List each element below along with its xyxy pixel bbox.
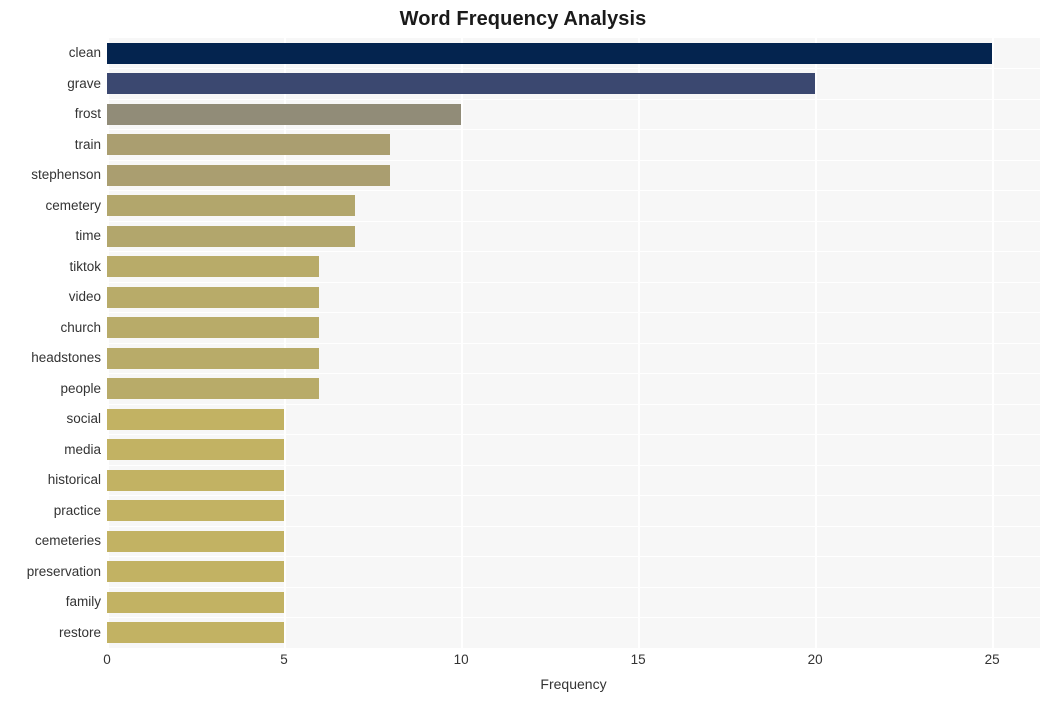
bar-rect bbox=[107, 195, 355, 217]
y-axis-tick-labels: clean grave frost train stephenson cemetery ti… bbox=[0, 38, 101, 648]
bar-rect bbox=[107, 347, 320, 369]
y-tick-label-people: people bbox=[60, 380, 101, 396]
y-tick-label-practice: practice bbox=[53, 502, 101, 518]
y-tick-label-train: train bbox=[74, 136, 101, 152]
bar-restore[interactable] bbox=[107, 622, 1040, 644]
bar-practice[interactable] bbox=[107, 500, 1040, 522]
bar-family[interactable] bbox=[107, 591, 1040, 613]
bar-rect bbox=[107, 286, 320, 308]
row-separator bbox=[107, 251, 1040, 252]
bar-cemeteries[interactable] bbox=[107, 530, 1040, 552]
bar-rect bbox=[107, 134, 391, 156]
bar-rect bbox=[107, 561, 285, 583]
row-separator bbox=[107, 342, 1040, 344]
row-separator bbox=[107, 464, 1040, 466]
plot-area bbox=[107, 38, 1040, 648]
bar-rect bbox=[107, 42, 993, 64]
bar-rect bbox=[107, 256, 320, 278]
bar-rect bbox=[107, 164, 391, 186]
x-axis-title: Frequency bbox=[540, 676, 607, 692]
row-separator bbox=[107, 495, 1040, 496]
bar-headstones[interactable] bbox=[107, 347, 1040, 369]
bar-frost[interactable] bbox=[107, 103, 1040, 125]
bar-rect bbox=[107, 225, 355, 247]
row-separator bbox=[107, 98, 1040, 100]
row-separator bbox=[107, 525, 1040, 527]
bar-train[interactable] bbox=[107, 134, 1040, 156]
row-separator bbox=[107, 647, 1040, 648]
y-tick-label-social: social bbox=[66, 411, 101, 427]
bar-stephenson[interactable] bbox=[107, 164, 1040, 186]
bar-rect bbox=[107, 469, 285, 491]
y-tick-label-grave: grave bbox=[67, 75, 101, 91]
row-separator bbox=[107, 220, 1040, 222]
bar-rect bbox=[107, 530, 285, 552]
y-tick-label-stephenson: stephenson bbox=[31, 167, 101, 183]
y-tick-label-media: media bbox=[64, 441, 101, 457]
bar-rect bbox=[107, 591, 285, 613]
y-tick-label-historical: historical bbox=[47, 472, 101, 488]
bar-historical[interactable] bbox=[107, 469, 1040, 491]
row-separator bbox=[107, 281, 1040, 283]
y-tick-label-cemetery: cemetery bbox=[45, 197, 101, 213]
x-tick-label-10: 10 bbox=[453, 652, 469, 667]
bar-tiktok[interactable] bbox=[107, 256, 1040, 278]
x-tick-label-5: 5 bbox=[280, 652, 288, 667]
y-tick-label-video: video bbox=[68, 289, 101, 305]
x-tick-label-0: 0 bbox=[103, 652, 111, 667]
bar-rect bbox=[107, 500, 285, 522]
bar-video[interactable] bbox=[107, 286, 1040, 308]
y-tick-label-time: time bbox=[75, 228, 101, 244]
row-separator bbox=[107, 586, 1040, 588]
row-separator bbox=[107, 312, 1040, 313]
bar-rect bbox=[107, 317, 320, 339]
bar-preservation[interactable] bbox=[107, 561, 1040, 583]
bar-rect bbox=[107, 73, 816, 95]
y-tick-label-restore: restore bbox=[58, 624, 101, 640]
bar-rect bbox=[107, 622, 285, 644]
bar-social[interactable] bbox=[107, 408, 1040, 430]
y-tick-label-cemeteries: cemeteries bbox=[34, 533, 101, 549]
row-separator bbox=[107, 617, 1040, 618]
y-tick-label-preservation: preservation bbox=[26, 563, 101, 579]
x-tick-label-20: 20 bbox=[807, 652, 823, 667]
y-tick-label-headstones: headstones bbox=[31, 350, 101, 366]
bar-clean[interactable] bbox=[107, 42, 1040, 64]
y-tick-label-clean: clean bbox=[68, 45, 101, 61]
row-separator bbox=[107, 434, 1040, 435]
row-separator bbox=[107, 403, 1040, 405]
x-axis-tick-labels: 0 5 10 15 20 25 bbox=[0, 651, 1046, 671]
x-tick-label-15: 15 bbox=[630, 652, 646, 667]
row-separator bbox=[107, 129, 1040, 130]
bar-media[interactable] bbox=[107, 439, 1040, 461]
bar-rect bbox=[107, 439, 285, 461]
bar-time[interactable] bbox=[107, 225, 1040, 247]
row-separator bbox=[107, 190, 1040, 191]
row-separator bbox=[107, 159, 1040, 161]
bar-rect bbox=[107, 103, 462, 125]
bar-rect bbox=[107, 378, 320, 400]
bar-people[interactable] bbox=[107, 378, 1040, 400]
y-tick-label-family: family bbox=[65, 594, 101, 610]
bar-grave[interactable] bbox=[107, 73, 1040, 95]
y-tick-label-tiktok: tiktok bbox=[69, 258, 101, 274]
x-tick-label-25: 25 bbox=[984, 652, 1000, 667]
y-tick-label-church: church bbox=[60, 319, 101, 335]
word-frequency-bar-chart: Word Frequency Analysis clean grave frost t… bbox=[0, 0, 1046, 701]
row-separator bbox=[107, 556, 1040, 557]
chart-title: Word Frequency Analysis bbox=[399, 8, 647, 30]
bar-rect bbox=[107, 408, 285, 430]
row-separator bbox=[107, 373, 1040, 374]
row-separator bbox=[107, 68, 1040, 69]
bar-cemetery[interactable] bbox=[107, 195, 1040, 217]
y-tick-label-frost: frost bbox=[74, 106, 101, 122]
bar-church[interactable] bbox=[107, 317, 1040, 339]
